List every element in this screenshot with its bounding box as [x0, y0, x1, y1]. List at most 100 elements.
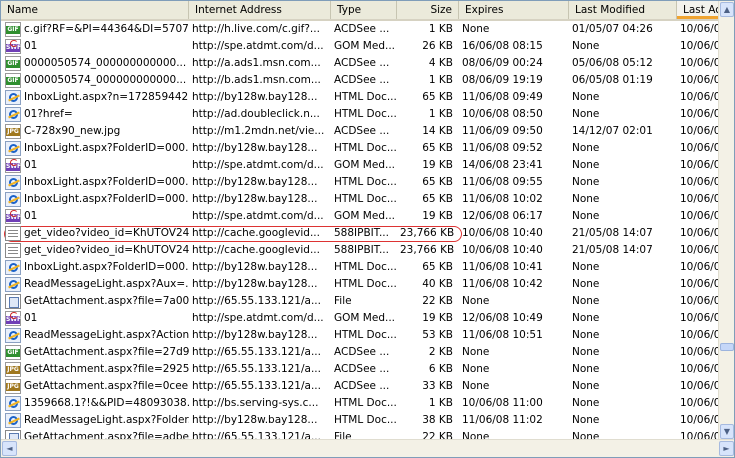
table-row[interactable]: SWF 01 http://spe.atdmt.com/d... GOM Med...…: [1, 310, 719, 327]
last-modified-cell: 21/05/08 14:07: [572, 244, 653, 256]
table-row[interactable]: ReadMessageLight.aspx?Aux=... http://by12…: [1, 276, 719, 293]
name-cell: InboxLight.aspx?FolderID=000...: [1, 191, 189, 208]
table-row[interactable]: SWF 01 http://spe.atdmt.com/d... GOM Med...…: [1, 208, 719, 225]
table-row[interactable]: GetAttachment.aspx?file=7a00... http://65…: [1, 293, 719, 310]
table-row[interactable]: 1359668.1?!&&PID=48093038... http://bs.se…: [1, 395, 719, 412]
column-header-name[interactable]: Name: [1, 1, 189, 19]
column-header-size[interactable]: Size: [397, 1, 459, 19]
expires-cell: None: [462, 23, 490, 35]
ie-file-icon: [5, 328, 21, 343]
table-row[interactable]: InboxLight.aspx?FolderID=000... http://by…: [1, 191, 719, 208]
address-cell: http://spe.atdmt.com/d...: [192, 312, 324, 324]
table-row[interactable]: InboxLight.aspx?FolderID=000... http://by…: [1, 174, 719, 191]
last-accessed-cell: 10/06/0: [680, 397, 719, 409]
expires-cell: 16/06/08 08:15: [462, 40, 543, 52]
address-cell: http://by128w.bay128...: [192, 142, 318, 154]
ie-file-icon: [5, 192, 21, 207]
file-name: 01?href=: [24, 108, 73, 120]
type-cell: HTML Doc...: [334, 397, 397, 409]
scroll-thumb[interactable]: [720, 343, 734, 351]
size-cell: 65 KB: [422, 91, 453, 103]
size-cell: 53 KB: [422, 329, 453, 341]
expires-cell: 10/06/08 10:40: [462, 244, 543, 256]
column-header-expires[interactable]: Expires: [459, 1, 569, 19]
file-name: ReadMessageLight.aspx?Aux=...: [24, 278, 189, 290]
file-name: 01: [24, 159, 38, 171]
scroll-right-arrow-icon: ►: [723, 444, 730, 453]
table-row[interactable]: JPG GetAttachment.aspx?file=0cee... http:/…: [1, 378, 719, 395]
address-cell: http://65.55.133.121/a...: [192, 346, 321, 358]
expires-cell: None: [462, 380, 490, 392]
doc-file-icon: [5, 226, 21, 241]
vertical-scrollbar[interactable]: ▲ ▼: [718, 1, 734, 441]
expires-cell: 11/06/08 09:55: [462, 176, 543, 188]
ie-file-icon: [5, 413, 21, 428]
column-header-last-modified[interactable]: Last Modified: [569, 1, 677, 19]
table-row[interactable]: ReadMessageLight.aspx?Folder... http://by…: [1, 412, 719, 429]
file-list: GIF c.gif?RF=&PI=44364&DI=5707... http://h…: [1, 21, 719, 441]
jpg-file-icon: JPG: [5, 379, 21, 394]
type-cell: 588IPBIT...: [334, 244, 389, 256]
scroll-left-button[interactable]: ◄: [2, 441, 17, 456]
size-cell: 40 KB: [422, 278, 453, 290]
swf-file-icon: SWF: [5, 39, 21, 54]
address-cell: http://b.ads1.msn.com...: [192, 74, 321, 86]
jpg-file-icon: JPG: [5, 124, 21, 139]
type-cell: HTML Doc...: [334, 108, 397, 120]
table-row[interactable]: InboxLight.aspx?FolderID=000... http://by…: [1, 259, 719, 276]
table-row[interactable]: SWF 01 http://spe.atdmt.com/d... GOM Med...…: [1, 157, 719, 174]
last-modified-cell: None: [572, 40, 600, 52]
size-cell: 26 KB: [422, 40, 453, 52]
horizontal-scrollbar[interactable]: ◄ ►: [1, 439, 734, 457]
table-row[interactable]: GIF 0000050574_000000000000... http://a.ad…: [1, 55, 719, 72]
type-cell: HTML Doc...: [334, 278, 397, 290]
scroll-down-button[interactable]: ▼: [720, 424, 734, 439]
address-cell: http://h.live.com/c.gif?...: [192, 23, 320, 35]
table-row[interactable]: get_video?video_id=KhUTOV24... http://cac…: [1, 242, 719, 259]
table-row[interactable]: InboxLight.aspx?FolderID=000... http://by…: [1, 140, 719, 157]
expires-cell: 11/06/08 09:52: [462, 142, 543, 154]
table-row[interactable]: GIF c.gif?RF=&PI=44364&DI=5707... http://h…: [1, 21, 719, 38]
highlight-ellipse: [4, 226, 462, 242]
expires-cell: 11/06/08 10:41: [462, 261, 543, 273]
table-row[interactable]: GIF GetAttachment.aspx?file=27d9... http:/…: [1, 344, 719, 361]
ie-file-icon: [5, 90, 21, 105]
last-accessed-cell: 10/06/0: [680, 193, 719, 205]
name-cell: ReadMessageLight.aspx?Folder...: [1, 412, 189, 429]
table-row[interactable]: InboxLight.aspx?n=1728594421 http://by128…: [1, 89, 719, 106]
last-modified-cell: None: [572, 278, 600, 290]
table-row[interactable]: GIF 0000050574_000000000000... http://b.ad…: [1, 72, 719, 89]
expires-cell: 14/06/08 23:41: [462, 159, 543, 171]
column-header-last-ac[interactable]: Last Ac: [677, 1, 719, 19]
name-cell: ReadMessageLight.aspx?Aux=...: [1, 276, 189, 293]
last-modified-cell: 05/06/08 05:12: [572, 57, 653, 69]
last-accessed-cell: 10/06/0: [680, 159, 719, 171]
size-cell: 65 KB: [422, 176, 453, 188]
last-accessed-cell: 10/06/0: [680, 57, 719, 69]
name-cell: SWF 01: [1, 38, 189, 55]
table-row[interactable]: 01?href= http://ad.doubleclick.n... HTML D…: [1, 106, 719, 123]
expires-cell: 12/06/08 10:49: [462, 312, 543, 324]
type-cell: HTML Doc...: [334, 414, 397, 426]
type-cell: GOM Med...: [334, 312, 395, 324]
name-cell: InboxLight.aspx?FolderID=000...: [1, 174, 189, 191]
file-name: C-728x90_new.jpg: [24, 125, 121, 137]
table-row[interactable]: JPG C-728x90_new.jpg http://m1.2mdn.net/vi…: [1, 123, 719, 140]
name-cell: InboxLight.aspx?FolderID=000...: [1, 140, 189, 157]
last-modified-cell: None: [572, 380, 600, 392]
ie-file-icon: [5, 260, 21, 275]
file-name: GetAttachment.aspx?file=27d9...: [24, 346, 189, 358]
expires-cell: 11/06/09 09:50: [462, 125, 543, 137]
expires-cell: 12/06/08 06:17: [462, 210, 543, 222]
column-header-type[interactable]: Type: [331, 1, 397, 19]
last-accessed-cell: 10/06/0: [680, 125, 719, 137]
file-name: GetAttachment.aspx?file=0cee...: [24, 380, 189, 392]
table-row[interactable]: SWF 01 http://spe.atdmt.com/d... GOM Med...…: [1, 38, 719, 55]
expires-cell: 10/06/08 08:50: [462, 108, 543, 120]
scroll-up-button[interactable]: ▲: [720, 2, 734, 17]
table-row[interactable]: JPG GetAttachment.aspx?file=2925... http:/…: [1, 361, 719, 378]
scroll-right-button[interactable]: ►: [719, 441, 734, 456]
column-header-internet-address[interactable]: Internet Address: [189, 1, 331, 19]
table-row[interactable]: ReadMessageLight.aspx?Action... http://by…: [1, 327, 719, 344]
last-modified-cell: 21/05/08 14:07: [572, 227, 653, 239]
